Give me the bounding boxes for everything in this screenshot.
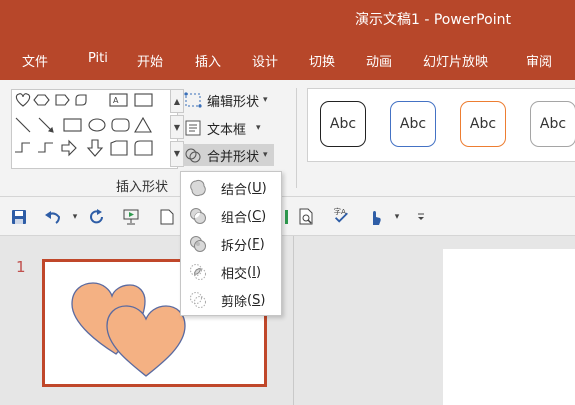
intersect-icon <box>187 261 209 283</box>
style-sample-text: Abc <box>399 116 427 132</box>
merge-shapes-button[interactable]: 合并形状 ▾ <box>183 144 274 166</box>
heart-shape-front <box>106 305 186 377</box>
style-sample-text: Abc <box>469 116 497 132</box>
merge-shapes-icon <box>183 145 203 165</box>
subtract-icon <box>187 289 209 311</box>
shape-gallery[interactable]: A <box>11 89 178 169</box>
combine-icon <box>187 205 209 227</box>
undo-icon[interactable] <box>44 208 62 226</box>
edit-shape-icon <box>183 90 203 110</box>
merge-subtract-item[interactable]: 剪除(S) <box>182 287 280 313</box>
right-arrow-shape-icon <box>61 139 77 157</box>
svg-text:字A: 字A <box>334 207 346 216</box>
textbox-label: 文本框 <box>207 122 247 138</box>
shape-style-black[interactable]: Abc <box>320 101 366 147</box>
menu-accelerator: F <box>252 236 260 252</box>
menu-label: 相交 <box>221 266 248 282</box>
touch-mode-icon[interactable] <box>366 208 384 226</box>
window-title: 演示文稿1 - PowerPoint <box>355 12 511 28</box>
chevron-down-icon: ▾ <box>263 150 268 160</box>
textbox-button[interactable]: 文本框 ▾ <box>183 117 261 139</box>
presentation-icon[interactable] <box>122 208 140 226</box>
customize-toolbar-icon[interactable] <box>412 208 430 226</box>
save-icon[interactable] <box>10 208 28 226</box>
line-shape-icon <box>15 117 31 133</box>
find-document-icon[interactable] <box>298 208 316 226</box>
menu-accelerator: I <box>252 264 256 280</box>
merge-shapes-menu: 结合(U) 组合(C) 拆分(F) 相交(I) 剪除(S) <box>180 171 282 316</box>
merge-fragment-item[interactable]: 拆分(F) <box>182 231 280 257</box>
shape-gallery-icons: A <box>15 93 153 157</box>
rectangle-shape-icon <box>63 118 82 132</box>
chevron-down-icon: ▾ <box>263 95 268 105</box>
oval-shape-icon <box>88 118 106 132</box>
shape-style-orange[interactable]: Abc <box>460 101 506 147</box>
union-icon <box>187 177 209 199</box>
slide-canvas[interactable] <box>443 249 575 405</box>
style-sample-text: Abc <box>329 116 357 132</box>
insert-shapes-group-label: 插入形状 <box>116 180 169 195</box>
shape-style-gray[interactable]: Abc <box>530 101 575 147</box>
merge-intersect-item[interactable]: 相交(I) <box>182 259 280 285</box>
elbow-connector-shape-icon <box>15 142 30 153</box>
menu-label: 组合 <box>221 210 248 226</box>
tab-insert[interactable]: 插入 <box>195 51 221 70</box>
gallery-more-button[interactable]: ▼ <box>170 141 184 167</box>
ribbon-tab-bar: 文件 Piti 开始 插入 设计 切换 动画 幻灯片放映 审阅 <box>0 38 575 80</box>
merge-union-item[interactable]: 结合(U) <box>182 175 280 201</box>
snip-rectangle-shape-icon <box>134 140 153 156</box>
gallery-scroll-up-button[interactable]: ▲ <box>170 89 184 113</box>
heart-shape-icon <box>15 93 31 107</box>
rounded-rectangle-shape-icon <box>111 118 130 132</box>
textbox-icon <box>183 118 203 138</box>
title-bar: 演示文稿1 - PowerPoint <box>0 0 575 38</box>
chevron-down-icon: ▾ <box>256 123 261 133</box>
menu-accelerator: U <box>252 180 262 196</box>
menu-label: 结合 <box>221 182 248 198</box>
fragment-icon <box>187 233 209 255</box>
round-corner-shape-icon <box>75 94 87 106</box>
svg-text:A: A <box>113 96 119 105</box>
touch-mode-dropdown-icon[interactable]: ▾ <box>388 208 406 226</box>
down-arrow-shape-icon <box>86 139 104 157</box>
gallery-scroll-down-button[interactable]: ▼ <box>170 115 184 139</box>
tab-design[interactable]: 设计 <box>252 51 278 70</box>
new-document-icon[interactable] <box>158 208 176 226</box>
menu-accelerator: S <box>252 292 261 308</box>
hexagon-shape-icon <box>33 94 50 106</box>
vertical-textbox-shape-icon <box>134 93 153 107</box>
tab-transitions[interactable]: 切换 <box>309 51 335 70</box>
tab-piti[interactable]: Piti <box>88 51 108 66</box>
shape-style-blue[interactable]: Abc <box>390 101 436 147</box>
tab-review[interactable]: 审阅 <box>526 51 552 70</box>
redo-icon[interactable] <box>88 208 106 226</box>
elbow-arrow-connector-shape-icon <box>38 142 53 153</box>
edit-shape-label: 编辑形状 <box>207 94 260 110</box>
slide-number: 1 <box>16 258 26 276</box>
tab-animations[interactable]: 动画 <box>366 51 392 70</box>
merge-shapes-label: 合并形状 <box>207 149 260 165</box>
menu-label: 剪除 <box>221 294 248 310</box>
undo-dropdown-icon[interactable]: ▾ <box>66 208 84 226</box>
tab-slideshow[interactable]: 幻灯片放映 <box>423 51 488 70</box>
style-sample-text: Abc <box>539 116 567 132</box>
flowchart-shape-icon <box>110 140 128 156</box>
tab-home[interactable]: 开始 <box>137 51 163 70</box>
tab-file[interactable]: 文件 <box>22 51 48 70</box>
merge-combine-item[interactable]: 组合(C) <box>182 203 280 229</box>
pentagon-arrow-shape-icon <box>55 94 70 106</box>
spelling-check-icon[interactable]: 字A <box>332 206 350 224</box>
menu-accelerator: C <box>252 208 262 224</box>
ribbon-group-divider <box>296 88 297 188</box>
triangle-shape-icon <box>134 116 152 133</box>
edit-shape-button[interactable]: 编辑形状 ▾ <box>183 89 268 111</box>
menu-label: 拆分 <box>221 238 248 254</box>
